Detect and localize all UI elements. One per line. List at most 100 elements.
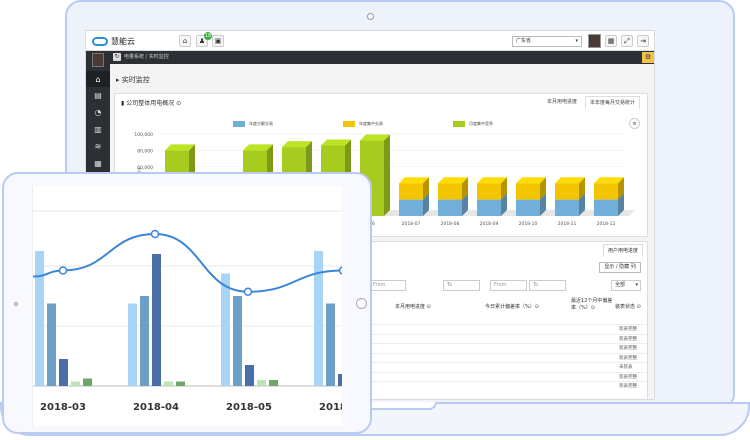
x-tick-label: 2018-12	[597, 221, 616, 227]
status-cell: 装表完整	[619, 374, 637, 380]
status-filter-value: 全部	[615, 282, 626, 288]
x-tick-label: 2018-11	[558, 221, 577, 227]
bar	[245, 365, 254, 386]
webcam-icon	[367, 13, 374, 20]
bar	[83, 378, 92, 386]
tablet-combo-chart: 2018-03 2018-04 2018-05 2018-06	[33, 210, 342, 413]
avatar[interactable]	[588, 34, 601, 48]
document-icon: ▤	[94, 91, 102, 100]
bar	[47, 303, 56, 386]
table-row	[365, 381, 647, 382]
status-cell: 装表完整	[619, 355, 637, 361]
series-line	[33, 232, 342, 293]
column-header[interactable]: 本月用电进度 ⊙	[395, 294, 475, 320]
refresh-icon[interactable]: ↻	[113, 53, 121, 61]
filter-input[interactable]: From	[369, 280, 406, 291]
gear-icon[interactable]: ⚙	[642, 52, 654, 63]
chevron-down-icon: ▾	[635, 282, 638, 288]
bar-side	[384, 134, 390, 216]
home-icon: ⌂	[95, 75, 101, 84]
table-row	[365, 343, 647, 344]
column-header[interactable]: 装表状态 ⊙	[615, 294, 649, 320]
column-header[interactable]: 今日累计偏差率（%）⊙	[485, 294, 565, 320]
bar	[140, 296, 149, 386]
bar	[326, 303, 335, 386]
page-title: ▸ 实时监控	[116, 75, 150, 85]
column-header[interactable]: 最近12个月中偏差率（%）⊙	[571, 298, 615, 324]
bar-segment	[438, 183, 462, 200]
bar-segment	[399, 199, 423, 216]
status-filter-select[interactable]: 全部 ▾	[611, 280, 641, 291]
filter-input[interactable]: From	[490, 280, 527, 291]
x-tick-label: 2018-08	[441, 221, 460, 227]
table-row	[365, 324, 647, 325]
user-avatar	[92, 53, 104, 67]
province-select[interactable]: 广东省 ▾	[512, 36, 582, 47]
line-point	[150, 229, 160, 239]
cloud-logo-icon	[92, 37, 108, 46]
bar-segment	[399, 183, 423, 200]
tab-user-progress[interactable]: 用户用电进度	[603, 244, 644, 257]
sidebar-avatar[interactable]	[86, 51, 110, 71]
bar	[338, 374, 342, 386]
bar	[128, 303, 137, 386]
line-point	[58, 266, 68, 275]
bar-segment	[516, 183, 540, 200]
x-tick-label: 2018-07	[402, 221, 421, 227]
bar	[35, 251, 44, 386]
fullscreen-button[interactable]: ⤢	[621, 35, 633, 47]
table-row	[365, 362, 647, 363]
y-tick-label: 80,000	[137, 148, 153, 154]
table-row	[365, 371, 647, 373]
bar	[152, 254, 161, 386]
brand-logo[interactable]: 慧能云	[92, 36, 135, 47]
bar	[257, 380, 266, 386]
sidebar-item-document[interactable]: ▤	[86, 87, 110, 104]
filter-input[interactable]: To	[529, 280, 566, 291]
sidebar-item-wifi[interactable]: ≋	[86, 138, 110, 155]
logout-button[interactable]: ⇥	[637, 35, 649, 47]
status-cell: 装表完整	[619, 346, 637, 351]
bar-segment	[594, 199, 618, 216]
y-tick-label: 100,000	[134, 132, 153, 138]
bar-segment	[516, 199, 540, 216]
chart-icon: ▥	[94, 125, 102, 134]
line-point	[243, 287, 253, 297]
status-cell: 装表完整	[619, 327, 637, 332]
brand-name: 慧能云	[111, 37, 135, 46]
x-tick-label: 2018-04	[133, 402, 179, 413]
table-icon: ▦	[94, 159, 102, 168]
chevron-down-icon: ▾	[575, 38, 578, 44]
chart-toggle-button[interactable]: ▦	[605, 35, 617, 47]
bar-segment	[477, 199, 501, 216]
bar-segment	[555, 183, 579, 200]
filter-input[interactable]: To	[443, 280, 480, 291]
message-button[interactable]: ▣	[212, 35, 224, 47]
breadcrumb[interactable]: 电量系统 / 实时监控	[124, 54, 169, 60]
bar-segment	[594, 183, 618, 200]
bar	[269, 380, 278, 386]
home-button[interactable]: ⌂	[179, 35, 191, 47]
x-tick-label: 2018-10	[519, 221, 538, 227]
breadcrumb-bar: ↻ 电量系统 / 实时监控 ⚙	[110, 51, 654, 64]
x-tick-label: 2018-05	[226, 402, 272, 413]
show-hide-columns-button[interactable]: 显示 / 隐藏 列	[599, 262, 641, 273]
sidebar-item-chart[interactable]: ▥	[86, 121, 110, 138]
sidebar-item-gauge[interactable]: ◔	[86, 104, 110, 121]
sidebar-item-table[interactable]: ▦	[86, 155, 110, 172]
status-cell: 未装表	[619, 365, 633, 370]
bar	[164, 381, 173, 386]
tablet-home-button	[356, 298, 367, 309]
status-cell: 装表完整	[619, 384, 637, 389]
status-cell: 装表完整	[619, 336, 637, 342]
gauge-icon: ◔	[94, 108, 102, 117]
page-title-text: 实时监控	[121, 76, 150, 84]
bar	[221, 273, 230, 386]
tablet-screen: 2018-03 2018-04 2018-05 2018-06	[32, 186, 342, 426]
sidebar-item-home[interactable]: ⌂	[86, 71, 110, 87]
bar	[176, 381, 185, 386]
table-row	[365, 352, 647, 354]
tablet-camera-icon	[14, 302, 18, 306]
bar	[71, 381, 80, 386]
x-tick-label: 2018-03	[40, 402, 86, 413]
